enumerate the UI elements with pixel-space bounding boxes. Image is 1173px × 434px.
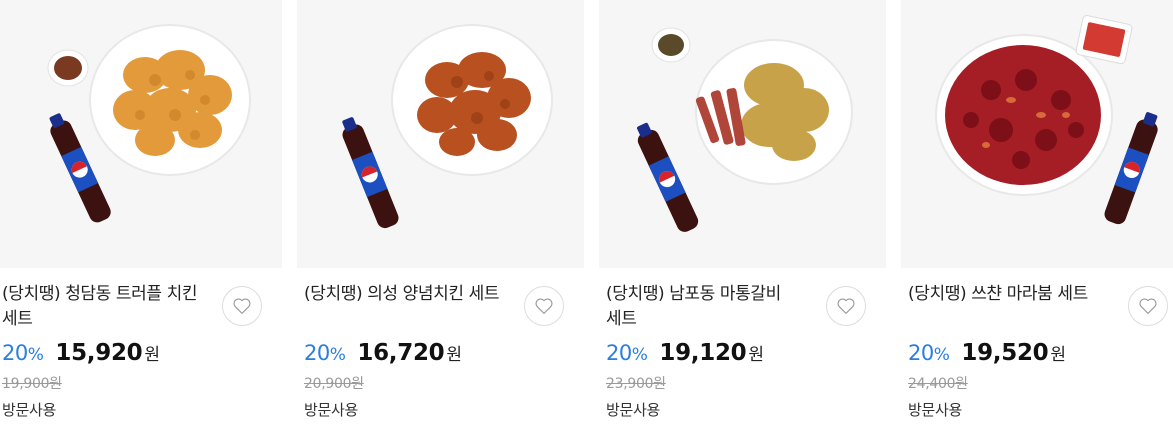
currency-label: 원 [144, 345, 160, 365]
usage-label: 방문사용 [908, 401, 963, 419]
heart-outline-icon [1139, 298, 1157, 314]
currency-label: 원 [446, 345, 462, 365]
discount-rate: 20% [2, 341, 44, 365]
product-image[interactable] [901, 0, 1173, 268]
original-price: 23,900원 [606, 376, 666, 392]
wishlist-button[interactable] [1128, 286, 1168, 326]
product-title[interactable]: (당치땡) 남포동 마통갈비 세트 [606, 282, 814, 332]
discount-rate: 20% [606, 341, 648, 365]
product-image[interactable] [599, 0, 886, 268]
heart-outline-icon [233, 298, 251, 314]
sale-price: 19,520 [961, 340, 1049, 366]
price-row: 20% 16,720 원 [304, 340, 462, 372]
sale-price: 19,120 [659, 340, 747, 366]
price-row: 20% 19,120 원 [606, 340, 764, 372]
heart-outline-icon [535, 298, 553, 314]
wishlist-button[interactable] [826, 286, 866, 326]
product-card[interactable]: (당치땡) 쓰챤 마라붐 세트 20% 19,520 원 24,400원 방문사… [901, 0, 1173, 434]
usage-label: 방문사용 [606, 401, 661, 419]
discount-rate: 20% [304, 341, 346, 365]
galbi-chicken-pepsi-photo [636, 27, 853, 232]
currency-label: 원 [1050, 345, 1066, 365]
discount-rate: 20% [908, 341, 950, 365]
sale-price: 16,720 [357, 340, 445, 366]
original-price: 24,400원 [908, 376, 968, 392]
product-image[interactable] [0, 0, 282, 268]
original-price: 20,900원 [304, 376, 364, 392]
product-card[interactable]: (당치땡) 의성 양념치킨 세트 20% 16,720 원 20,900원 방문… [297, 0, 584, 434]
heart-outline-icon [837, 298, 855, 314]
sale-price: 15,920 [55, 340, 143, 366]
original-price: 19,900원 [2, 376, 62, 392]
seasoned-chicken-pepsi-photo [342, 24, 553, 229]
mala-chicken-pepsi-photo [935, 15, 1158, 225]
product-title[interactable]: (당치땡) 쓰챤 마라붐 세트 [908, 282, 1116, 307]
price-row: 20% 19,520 원 [908, 340, 1066, 372]
product-card[interactable]: (당치땡) 청담동 트러플 치킨 세트 20% 15,920 원 19,900원… [0, 0, 282, 434]
product-title[interactable]: (당치땡) 의성 양념치킨 세트 [304, 282, 512, 307]
product-title[interactable]: (당치땡) 청담동 트러플 치킨 세트 [2, 282, 210, 332]
wishlist-button[interactable] [524, 286, 564, 326]
usage-label: 방문사용 [2, 401, 57, 419]
usage-label: 방문사용 [304, 401, 359, 419]
price-row: 20% 15,920 원 [2, 340, 160, 372]
product-card[interactable]: (당치땡) 남포동 마통갈비 세트 20% 19,120 원 23,900원 방… [599, 0, 886, 434]
currency-label: 원 [748, 345, 764, 365]
fried-chicken-pepsi-photo [47, 24, 251, 223]
wishlist-button[interactable] [222, 286, 262, 326]
product-image[interactable] [297, 0, 584, 268]
